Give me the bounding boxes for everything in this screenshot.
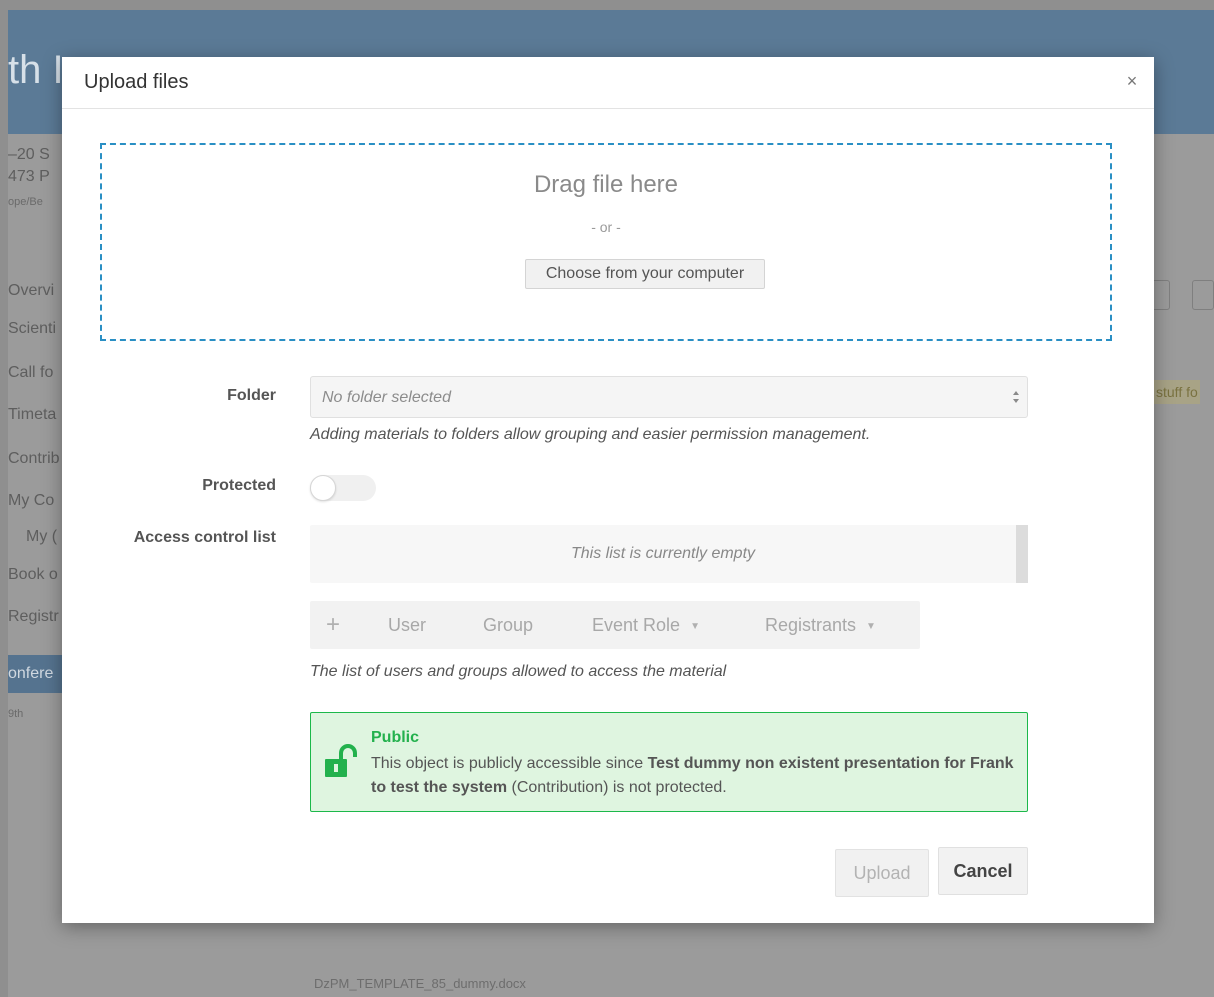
background-date-text: –20 S [8, 146, 50, 163]
background-menu-overview: Overvi [8, 282, 55, 299]
add-group-button[interactable]: Group [483, 615, 533, 636]
folder-help-text: Adding materials to folders allow groupi… [310, 426, 871, 443]
caret-down-icon: ▼ [866, 621, 876, 632]
background-right-box [1192, 280, 1214, 310]
public-notice: Public This object is publicly accessibl… [310, 712, 1028, 812]
add-group-label: Group [483, 615, 534, 635]
background-menu-timetable: Timeta [8, 406, 57, 423]
protected-toggle[interactable] [310, 475, 376, 501]
add-user-button[interactable]: User [388, 615, 426, 636]
upload-files-dialog: Upload files × Drag file here - or - Cho… [62, 57, 1154, 923]
dropzone-or: - or - [591, 219, 621, 235]
upload-button[interactable]: Upload [835, 849, 929, 897]
acl-empty-text: This list is currently empty [570, 545, 756, 562]
background-file-name: DzPM_TEMPLATE_85_dummy.docx [314, 976, 526, 991]
folder-select[interactable]: No folder selected [310, 376, 1028, 418]
background-menu-my-conference: My Co [8, 492, 55, 509]
acl-scrollbar[interactable] [1016, 525, 1028, 583]
dialog-title: Upload files [84, 71, 189, 93]
acl-label: Access control list [133, 529, 276, 546]
background-menu-scientific: Scienti [8, 320, 57, 337]
acl-list: This list is currently empty [310, 525, 1028, 583]
cancel-button[interactable]: Cancel [938, 847, 1028, 895]
registrants-dropdown[interactable]: Registrants ▼ [765, 615, 876, 636]
toggle-knob [310, 475, 336, 501]
event-role-dropdown[interactable]: Event Role ▼ [592, 615, 700, 636]
protected-label: Protected [202, 477, 276, 494]
background-menu-call: Call fo [8, 364, 54, 381]
background-timezone-text: ope/Be [8, 196, 43, 208]
registrants-label: Registrants [765, 615, 857, 635]
dialog-header: Upload files × [62, 57, 1154, 109]
add-principal-icon[interactable]: + [326, 611, 340, 639]
acl-toolbar: + User Group Event Role ▼ Registrants ▼ [310, 601, 920, 649]
background-menu-contributions: Contrib [8, 450, 60, 467]
folder-label: Folder [227, 387, 276, 404]
acl-help-text: The list of users and groups allowed to … [310, 663, 727, 680]
background-header-title: th I [8, 48, 64, 92]
select-arrows-icon [1013, 391, 1019, 403]
caret-down-icon: ▼ [690, 621, 700, 632]
unlock-icon [325, 744, 357, 777]
background-sub-item: 9th [8, 708, 24, 720]
background-right-note: stuff fo [1154, 380, 1200, 404]
public-notice-prefix: This object is publicly accessible since [371, 755, 648, 772]
background-menu-book: Book o [8, 566, 58, 583]
background-menu-my-sub: My ( [26, 528, 58, 545]
event-role-label: Event Role [592, 615, 681, 635]
public-notice-suffix: (Contribution) is not protected. [507, 779, 727, 796]
background-menu-registration: Registr [8, 608, 59, 625]
background-location-text: 473 P [8, 168, 50, 185]
background-menu-active: onfere [8, 655, 64, 693]
public-notice-title: Public [371, 729, 420, 746]
dropzone-title: Drag file here [533, 171, 679, 198]
file-dropzone[interactable]: Drag file here - or - Choose from your c… [100, 143, 1112, 341]
public-notice-message: This object is publicly accessible since… [371, 752, 1021, 800]
choose-from-computer-button[interactable]: Choose from your computer [525, 259, 765, 289]
folder-select-value: No folder selected [322, 389, 451, 406]
close-icon[interactable]: × [1122, 71, 1142, 91]
